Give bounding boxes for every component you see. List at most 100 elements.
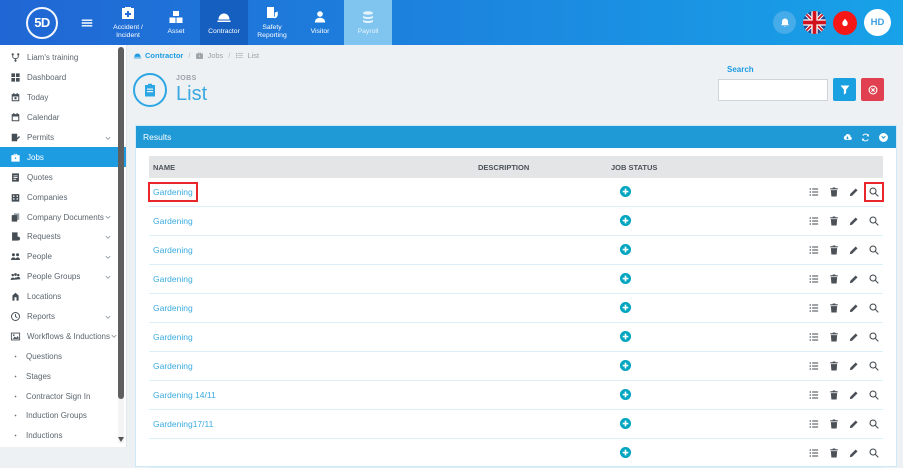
view-button[interactable]: [868, 389, 880, 401]
view-button[interactable]: [868, 447, 880, 459]
breadcrumb-item-jobs[interactable]: Jobs: [195, 51, 223, 60]
sidebar-item-jobs[interactable]: Jobs: [0, 147, 126, 167]
sidebar-item-liam-s-training[interactable]: Liam's training: [0, 48, 126, 68]
view-button[interactable]: [868, 418, 880, 430]
breadcrumb-item-contractor[interactable]: Contractor: [133, 51, 183, 60]
delete-button[interactable]: [828, 360, 840, 372]
details-button[interactable]: [808, 447, 820, 459]
edit-button[interactable]: [848, 244, 860, 256]
language-button[interactable]: [803, 11, 826, 34]
details-button[interactable]: [808, 244, 820, 256]
job-status-open-button[interactable]: [619, 214, 632, 227]
details-button[interactable]: [808, 418, 820, 430]
sidebar-scrollbar[interactable]: [118, 47, 124, 443]
view-button[interactable]: [868, 360, 880, 372]
sidebar-item-workflows-inductions[interactable]: Workflows & Inductions: [0, 326, 126, 346]
sidebar-item-induction-groups[interactable]: Induction Groups: [0, 406, 126, 426]
job-name-link[interactable]: Gardening: [153, 332, 193, 342]
edit-button[interactable]: [848, 215, 860, 227]
job-name-link[interactable]: Gardening: [153, 361, 193, 371]
edit-button[interactable]: [848, 273, 860, 285]
view-button[interactable]: [868, 186, 880, 198]
view-button[interactable]: [868, 273, 880, 285]
sidebar-item-quotes[interactable]: Quotes: [0, 167, 126, 187]
job-status-open-button[interactable]: [619, 243, 632, 256]
job-name-link[interactable]: Gardening: [153, 216, 193, 226]
edit-button[interactable]: [848, 389, 860, 401]
sidebar-item-companies[interactable]: Companies: [0, 187, 126, 207]
details-button[interactable]: [808, 302, 820, 314]
sidebar-item-questions[interactable]: Questions: [0, 346, 126, 366]
clear-search-button[interactable]: [861, 78, 884, 101]
delete-button[interactable]: [828, 273, 840, 285]
view-button[interactable]: [868, 331, 880, 343]
sidebar-item-company-documents[interactable]: Company Documents: [0, 207, 126, 227]
sidebar-item-contractor-sign-in[interactable]: Contractor Sign In: [0, 386, 126, 406]
view-button[interactable]: [868, 244, 880, 256]
job-name-link[interactable]: Gardening: [153, 187, 193, 197]
details-button[interactable]: [808, 331, 820, 343]
edit-button[interactable]: [848, 186, 860, 198]
sidebar-item-dashboard[interactable]: Dashboard: [0, 68, 126, 88]
sidebar-item-people-groups[interactable]: People Groups: [0, 267, 126, 287]
search-input[interactable]: [718, 79, 828, 101]
delete-button[interactable]: [828, 389, 840, 401]
delete-button[interactable]: [828, 244, 840, 256]
job-name-link[interactable]: Gardening17/11: [153, 419, 213, 429]
sidebar-item-stages[interactable]: Stages: [0, 366, 126, 386]
details-button[interactable]: [808, 360, 820, 372]
alerts-button[interactable]: [833, 11, 857, 35]
column-header-description[interactable]: DESCRIPTION: [474, 163, 607, 172]
refresh-button[interactable]: [860, 132, 871, 143]
details-button[interactable]: [808, 389, 820, 401]
sidebar-item-people[interactable]: People: [0, 247, 126, 267]
sidebar-item-inductions[interactable]: Inductions: [0, 426, 126, 446]
scrollbar-thumb[interactable]: [118, 47, 124, 399]
job-status-open-button[interactable]: [619, 272, 632, 285]
delete-button[interactable]: [828, 447, 840, 459]
nav-tab-safety-reporting[interactable]: Safety Reporting: [248, 0, 296, 45]
sidebar-item-requests[interactable]: Requests: [0, 227, 126, 247]
menu-toggle-button[interactable]: [80, 16, 94, 30]
job-status-open-button[interactable]: [619, 359, 632, 372]
edit-button[interactable]: [848, 331, 860, 343]
edit-button[interactable]: [848, 360, 860, 372]
delete-button[interactable]: [828, 418, 840, 430]
notifications-button[interactable]: [773, 11, 796, 34]
job-status-open-button[interactable]: [619, 185, 632, 198]
sidebar-item-calendar[interactable]: Calendar: [0, 108, 126, 128]
job-name-link[interactable]: Gardening: [153, 303, 193, 313]
collapse-button[interactable]: [878, 132, 889, 143]
job-name-link[interactable]: Gardening 14/11: [153, 390, 216, 400]
nav-tab-asset[interactable]: Asset: [152, 0, 200, 45]
user-avatar[interactable]: HD: [864, 9, 891, 36]
sidebar-item-permits[interactable]: Permits: [0, 128, 126, 148]
job-name-link[interactable]: Gardening: [153, 245, 193, 255]
delete-button[interactable]: [828, 331, 840, 343]
edit-button[interactable]: [848, 447, 860, 459]
details-button[interactable]: [808, 273, 820, 285]
column-header-name[interactable]: NAME: [149, 163, 474, 172]
sidebar-item-reports[interactable]: Reports: [0, 307, 126, 327]
breadcrumb-item-list[interactable]: List: [235, 51, 259, 60]
app-logo[interactable]: 5D: [26, 7, 58, 39]
job-status-open-button[interactable]: [619, 417, 632, 430]
nav-tab-visitor[interactable]: Visitor: [296, 0, 344, 45]
delete-button[interactable]: [828, 302, 840, 314]
details-button[interactable]: [808, 186, 820, 198]
view-button[interactable]: [868, 215, 880, 227]
job-status-open-button[interactable]: [619, 446, 632, 459]
scrollbar-down-arrow[interactable]: [118, 437, 124, 442]
nav-tab-payroll[interactable]: Payroll: [344, 0, 392, 45]
filter-button[interactable]: [833, 78, 856, 101]
edit-button[interactable]: [848, 418, 860, 430]
column-header-job-status[interactable]: JOB STATUS: [607, 163, 767, 172]
delete-button[interactable]: [828, 215, 840, 227]
edit-button[interactable]: [848, 302, 860, 314]
delete-button[interactable]: [828, 186, 840, 198]
download-button[interactable]: [842, 132, 853, 143]
sidebar-item-today[interactable]: Today: [0, 88, 126, 108]
job-name-link[interactable]: Gardening: [153, 274, 193, 284]
sidebar-item-locations[interactable]: Locations: [0, 287, 126, 307]
job-status-open-button[interactable]: [619, 301, 632, 314]
